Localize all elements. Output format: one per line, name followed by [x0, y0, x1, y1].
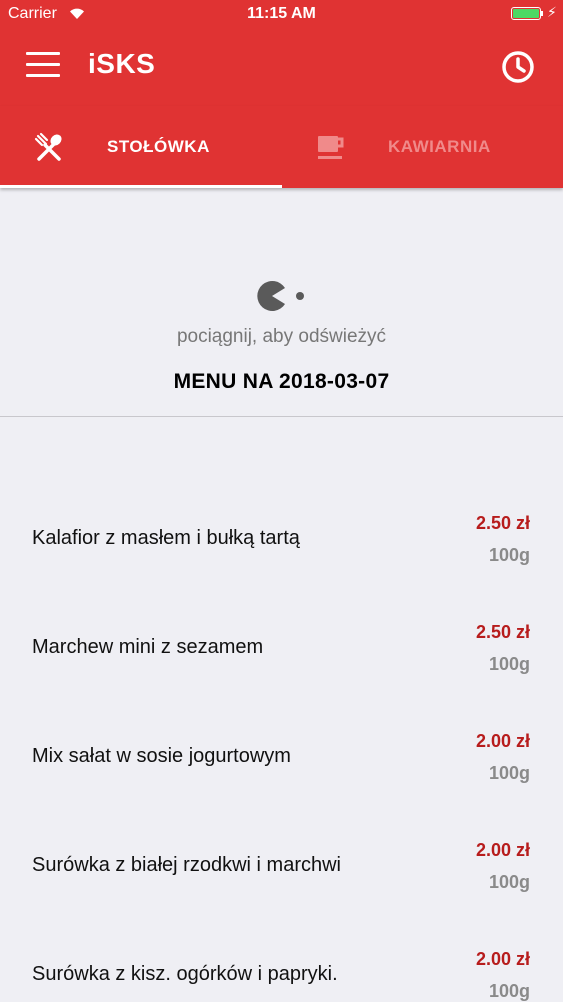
list-item[interactable]: Mix sałat w sosie jogurtowym 2.00 zł 100… — [0, 635, 563, 783]
tab-label: STOŁÓWKA — [107, 137, 210, 156]
list-item[interactable]: Surówka z kisz. ogórków i papryki. 2.00 … — [0, 853, 563, 1001]
list-item[interactable]: Marchew mini z sezamem 2.50 zł 100g — [0, 526, 563, 674]
status-time: 11:15 AM — [247, 5, 316, 22]
pull-to-refresh-hint: pociągnij, aby odświeżyć — [176, 326, 387, 347]
dish-name: Surówka z kisz. ogórków i papryki. — [32, 963, 338, 985]
status-bar: Carrier 11:15 AM ⚡ — [0, 0, 563, 28]
hamburger-menu-icon[interactable] — [26, 50, 60, 78]
dish-weight: 100g — [488, 981, 530, 1001]
battery-icon — [511, 7, 541, 20]
menu-title: MENU NA 2018-03-07 — [173, 370, 390, 393]
pacman-loader-icon — [257, 281, 304, 311]
tab-stolowka[interactable]: STOŁÓWKA — [0, 106, 281, 188]
charging-icon: ⚡ — [547, 4, 557, 20]
tab-selected-indicator — [0, 185, 282, 188]
tab-kawiarnia[interactable]: KAWIARNIA — [282, 106, 563, 188]
list-item[interactable]: Kalafior z masłem i bułką tartą 2.50 zł … — [0, 417, 563, 565]
list-item[interactable]: Surówka z białej rzodkwi i marchwi 2.00 … — [0, 744, 563, 892]
coffee-cup-icon — [318, 136, 344, 159]
fork-spoon-icon — [34, 132, 62, 161]
app-title: iSKS — [88, 48, 156, 79]
clock-icon[interactable] — [500, 49, 536, 85]
battery-tip — [541, 11, 543, 16]
tab-bar: STOŁÓWKA KAWIARNIA — [0, 106, 563, 188]
tab-label: KAWIARNIA — [388, 137, 491, 156]
app-bar: iSKS — [0, 28, 563, 106]
dish-price: 2.00 zł — [475, 949, 530, 969]
